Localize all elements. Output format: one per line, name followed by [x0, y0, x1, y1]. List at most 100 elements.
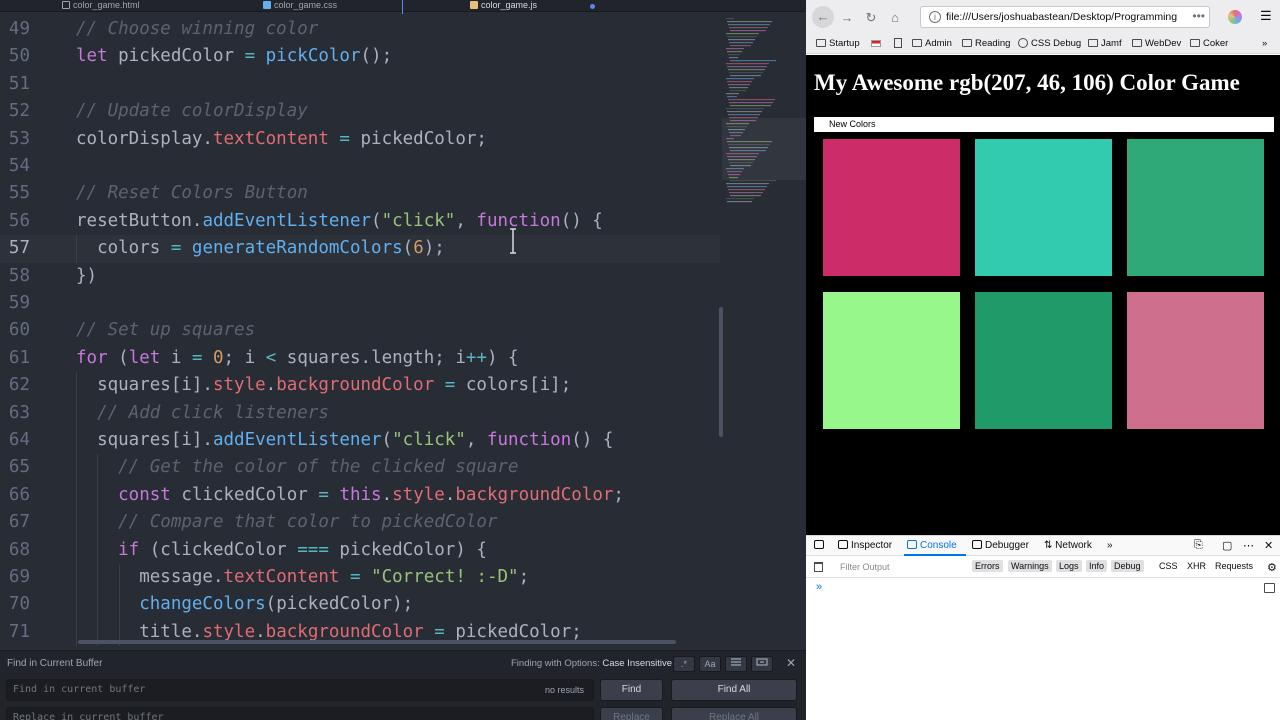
code-line[interactable]: 56 resetButton.addEventListener("click", … [0, 208, 720, 235]
code-line[interactable]: 70 changeColors(pickedColor); [0, 591, 720, 619]
filter-debug[interactable]: Debug [1111, 560, 1144, 572]
bookmark-css-debug[interactable]: CSS Debug [1018, 38, 1081, 49]
trash-icon[interactable] [814, 562, 823, 572]
filter-warnings[interactable]: Warnings [1008, 560, 1052, 572]
extension-icon[interactable] [1228, 10, 1242, 24]
file-icon [62, 1, 70, 9]
bookmarks-overflow-icon[interactable]: » [1262, 38, 1267, 49]
whole-word-toggle-button[interactable] [751, 656, 773, 672]
color-square[interactable] [823, 292, 960, 429]
forward-arrow-icon[interactable]: → [838, 9, 856, 27]
case-sensitive-toggle-button[interactable]: Aa [699, 656, 721, 672]
code-line[interactable]: 55 // Reset Colors Button [0, 180, 720, 207]
reload-icon[interactable]: ↻ [862, 9, 880, 27]
minimap-line [730, 195, 761, 197]
replace-input[interactable]: Replace in current buffer [6, 707, 594, 720]
more-options-icon[interactable]: ⋯ [1243, 539, 1254, 552]
responsive-mode-icon[interactable]: ⎘ [1194, 539, 1203, 552]
color-square[interactable] [1127, 139, 1264, 276]
code-line[interactable]: 59 [0, 290, 720, 317]
info-icon[interactable]: i [929, 11, 941, 23]
back-arrow-icon[interactable]: ← [812, 6, 834, 28]
tab-color-game-html[interactable]: color_game.html [62, 0, 140, 12]
horizontal-scrollbar[interactable] [78, 640, 676, 644]
find-input[interactable]: Find in current buffer [6, 679, 594, 701]
vertical-scrollbar[interactable] [719, 307, 723, 437]
page-actions-icon[interactable]: ••• [1189, 9, 1205, 23]
hamburger-menu-icon[interactable]: ☰ [1260, 8, 1272, 24]
dock-side-icon[interactable]: ▢ [1222, 539, 1232, 552]
unsaved-dot-icon[interactable] [590, 4, 595, 9]
bookmark-admin[interactable]: Admin [912, 38, 952, 49]
color-square[interactable] [975, 292, 1112, 429]
flag-icon[interactable] [871, 38, 881, 49]
code-line[interactable]: 69 message.textContent = "Correct! :-D"; [0, 564, 720, 592]
filter-logs[interactable]: Logs [1056, 560, 1082, 572]
code-line[interactable]: 64 squares[i].addEventListener("click", … [0, 427, 720, 455]
bookmark-webdev[interactable]: WebDev [1132, 38, 1181, 49]
code-line[interactable]: 68 if (clickedColor === pickedColor) { [0, 536, 720, 564]
code-line[interactable]: 60 // Set up squares [0, 317, 720, 344]
tab-console[interactable]: Console [907, 540, 957, 551]
code-line[interactable]: 63 // Add click listeners [0, 399, 720, 427]
code-line[interactable]: 65 // Get the color of the clicked squar… [0, 454, 720, 482]
minimap-viewport[interactable] [722, 118, 806, 180]
filter-requests[interactable]: Requests [1212, 560, 1256, 572]
bookmark-reading[interactable]: Reading [962, 38, 1010, 49]
url-bar[interactable]: i file:///Users/joshuabastean/Desktop/Pr… [920, 6, 1210, 28]
element-picker-icon[interactable] [814, 540, 827, 551]
filter-info[interactable]: Info [1086, 560, 1108, 572]
tab-color-game-css[interactable]: color_game.css [263, 0, 337, 12]
bookmark-startup[interactable]: Startup [816, 38, 860, 49]
code-text: if (clickedColor === pickedColor) { [76, 539, 487, 560]
tab-debugger[interactable]: Debugger [972, 540, 1029, 551]
more-tabs-icon[interactable]: » [1107, 540, 1113, 551]
replace-button[interactable]: Replace [600, 707, 663, 720]
console-input-prompt[interactable]: » [816, 581, 822, 593]
console-settings-icon[interactable]: ⚙ [1264, 560, 1280, 575]
code-text: // Compare that color to pickedColor [76, 512, 498, 533]
regex-toggle-button[interactable]: .* [673, 656, 695, 672]
code-editor[interactable]: color_game.html color_game.css color_gam… [0, 0, 806, 720]
code-line[interactable]: 66 const clickedColor = this.style.backg… [0, 481, 720, 510]
code-line[interactable]: 58}) [0, 263, 720, 290]
code-line[interactable]: 61 for (let i = 0; i < squares.length; i+… [0, 345, 720, 372]
in-selection-toggle-button[interactable] [725, 656, 747, 672]
minimap-line [727, 96, 737, 98]
document-icon[interactable] [894, 38, 902, 49]
find-button[interactable]: Find [600, 679, 663, 701]
tab-network[interactable]: ⇅ Network [1044, 540, 1092, 551]
code-line[interactable]: 62 squares[i].style.backgroundColor = co… [0, 372, 720, 400]
bookmark-jamf[interactable]: Jamf [1088, 38, 1122, 49]
code-line[interactable]: 51 [0, 71, 720, 98]
minimap-line [728, 189, 765, 191]
filter-css[interactable]: CSS [1156, 560, 1181, 572]
tab-color-game-js[interactable]: color_game.js [470, 0, 537, 12]
url-text[interactable]: file:///Users/joshuabastean/Desktop/Prog… [946, 11, 1177, 23]
color-square[interactable] [823, 139, 960, 276]
debugger-icon [972, 540, 982, 549]
code-line[interactable]: 52 // Update colorDisplay [0, 98, 720, 125]
filter-xhr[interactable]: XHR [1184, 560, 1209, 572]
code-area[interactable]: 49 // Choose winning color 50 let pickedCol… [0, 16, 720, 647]
home-icon[interactable]: ⌂ [886, 9, 904, 27]
code-line[interactable]: 49 // Choose winning color [0, 16, 720, 43]
code-line[interactable]: 57 colors = generateRandomColors(6); [0, 235, 720, 263]
code-line[interactable]: 53 colorDisplay.textContent = pickedColor… [0, 126, 720, 153]
code-line[interactable]: 67 // Compare that color to pickedColor [0, 509, 720, 537]
split-console-icon[interactable] [1264, 583, 1275, 593]
tab-inspector[interactable]: Inspector [838, 540, 892, 551]
code-line[interactable]: 50 let pickedColor = pickColor(); [0, 43, 720, 70]
close-icon[interactable]: ✕ [1264, 539, 1273, 552]
code-line[interactable]: 54 [0, 153, 720, 180]
filter-output-input[interactable]: Filter Output [840, 562, 890, 572]
close-icon[interactable]: ✕ [786, 656, 796, 670]
color-square[interactable] [975, 139, 1112, 276]
minimap-line [728, 84, 750, 86]
new-colors-button[interactable]: New Colors [825, 118, 880, 130]
find-all-button[interactable]: Find All [671, 679, 797, 701]
filter-errors[interactable]: Errors [972, 560, 1003, 572]
bookmark-coker[interactable]: Coker [1190, 38, 1228, 49]
replace-all-button[interactable]: Replace All [671, 707, 797, 720]
color-square[interactable] [1127, 292, 1264, 429]
